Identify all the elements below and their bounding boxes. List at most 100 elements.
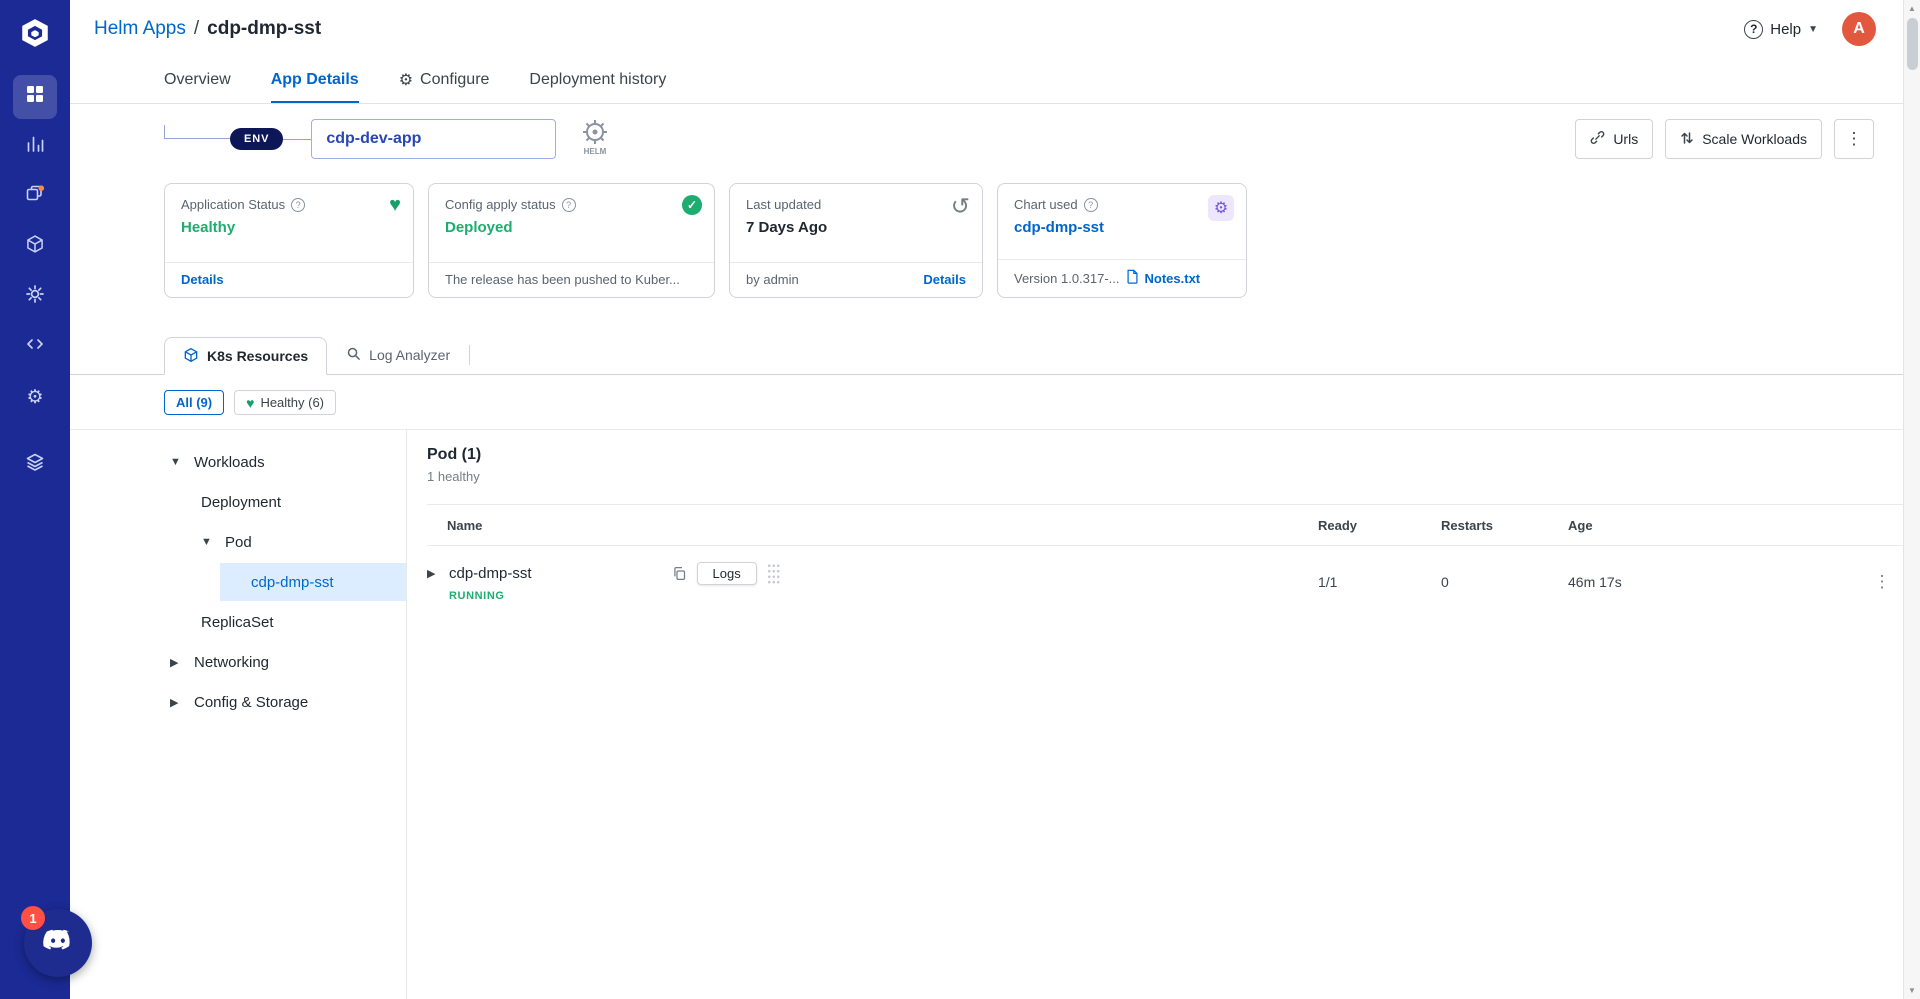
question-icon[interactable]: ? bbox=[561, 197, 576, 212]
env-connector-line bbox=[283, 138, 312, 140]
app-name-box[interactable]: cdp-dev-app bbox=[311, 119, 557, 159]
sidebar-item-applications[interactable] bbox=[13, 75, 57, 119]
tab-log-analyzer[interactable]: Log Analyzer bbox=[327, 336, 469, 374]
card-footer: Details bbox=[165, 262, 413, 297]
breadcrumb: Helm Apps / cdp-dmp-sst bbox=[94, 18, 321, 40]
avatar[interactable]: A bbox=[1842, 12, 1876, 46]
scroll-up-arrow[interactable]: ▲ bbox=[1904, 4, 1920, 13]
sidebar-item-global-config[interactable]: ⚙ bbox=[13, 375, 57, 419]
chevron-right-icon: ▶ bbox=[170, 696, 179, 709]
tree-item-replicaset[interactable]: ReplicaSet bbox=[70, 602, 406, 642]
tree-item-deployment[interactable]: Deployment bbox=[70, 482, 406, 522]
scrollbar-thumb[interactable] bbox=[1907, 18, 1918, 70]
copy-icon[interactable] bbox=[672, 566, 687, 581]
chevron-down-icon: ▼ bbox=[1808, 23, 1818, 35]
sidebar-item-jobs[interactable] bbox=[13, 175, 57, 219]
breadcrumb-current-app: cdp-dmp-sst bbox=[207, 18, 322, 39]
chart-version: Version 1.0.317-... bbox=[1014, 270, 1120, 286]
tree-item-config-storage[interactable]: ▶ Config & Storage bbox=[70, 682, 406, 722]
tab-configure[interactable]: ⚙ Configure bbox=[399, 58, 490, 103]
status-cards: Application Status? Healthy ♥ Details Co… bbox=[70, 183, 1920, 298]
tree-item-pod[interactable]: ▼ Pod bbox=[70, 522, 406, 562]
filter-healthy[interactable]: ♥ Healthy (6) bbox=[234, 390, 337, 415]
application-status-details-link[interactable]: Details bbox=[181, 272, 224, 287]
tab-overview[interactable]: Overview bbox=[164, 58, 231, 103]
grid-icon bbox=[25, 84, 45, 110]
tree-item-networking[interactable]: ▶ Networking bbox=[70, 642, 406, 682]
scroll-down-arrow[interactable]: ▼ bbox=[1904, 986, 1920, 995]
urls-button[interactable]: Urls bbox=[1575, 119, 1654, 159]
health-filters: All (9) ♥ Healthy (6) bbox=[70, 375, 1920, 430]
filter-label: Healthy (6) bbox=[260, 395, 325, 410]
pod-section-subtitle: 1 healthy bbox=[427, 469, 480, 484]
chart-used-card: Chart used? cdp-dmp-sst ⚙ Version 1.0.31… bbox=[997, 183, 1247, 298]
filter-label: All (9) bbox=[176, 395, 213, 410]
sidebar-item-app-groups[interactable] bbox=[13, 125, 57, 169]
more-actions-button[interactable]: ⋮ bbox=[1834, 119, 1874, 159]
column-restarts[interactable]: Restarts bbox=[1441, 518, 1568, 533]
sidebar-item-chart-store[interactable] bbox=[13, 275, 57, 319]
notification-badge: 1 bbox=[21, 906, 45, 930]
tree-item-label: Deployment bbox=[201, 493, 282, 511]
tree-item-cdp-dmp-sst[interactable]: cdp-dmp-sst bbox=[220, 563, 406, 601]
tab-label: Deployment history bbox=[529, 70, 667, 88]
tab-app-details[interactable]: App Details bbox=[270, 58, 359, 103]
health-heart-icon: ♥ bbox=[389, 194, 401, 216]
window-scrollbar[interactable]: ▲ ▼ bbox=[1903, 0, 1920, 999]
pod-restarts-value: 0 bbox=[1441, 574, 1449, 590]
card-title: Last updated bbox=[746, 197, 822, 212]
tree-item-label: Networking bbox=[194, 653, 270, 671]
discord-icon bbox=[41, 928, 75, 959]
help-menu[interactable]: ? Help ▼ bbox=[1744, 19, 1818, 39]
scale-workloads-button[interactable]: Scale Workloads bbox=[1665, 119, 1822, 159]
tab-deployment-history[interactable]: Deployment history bbox=[529, 58, 666, 103]
question-icon[interactable]: ? bbox=[1083, 197, 1098, 212]
notes-txt-link[interactable]: Notes.txt bbox=[1145, 271, 1201, 286]
app-bar: ENV cdp-dev-app HELM Urls Scale Workload… bbox=[70, 116, 1920, 162]
pod-ready-value: 1/1 bbox=[1318, 574, 1338, 590]
scale-workloads-label: Scale Workloads bbox=[1702, 131, 1807, 147]
breadcrumb-separator: / bbox=[193, 18, 200, 39]
pod-name[interactable]: cdp-dmp-sst bbox=[449, 565, 532, 582]
filter-all[interactable]: All (9) bbox=[164, 390, 225, 415]
env-connector-line bbox=[164, 125, 230, 139]
breadcrumb-helm-apps[interactable]: Helm Apps bbox=[94, 18, 186, 40]
row-kebab-menu[interactable]: ⋮ bbox=[1858, 572, 1906, 592]
discord-chat-button[interactable]: 1 bbox=[21, 906, 92, 977]
tab-k8s-resources[interactable]: K8s Resources bbox=[164, 337, 328, 375]
app-details-content: ENV cdp-dev-app HELM Urls Scale Workload… bbox=[70, 104, 1920, 999]
chart-used-link[interactable]: cdp-dmp-sst bbox=[1014, 219, 1230, 236]
history-icon: ↺ bbox=[950, 193, 970, 219]
check-circle-icon: ✓ bbox=[682, 195, 702, 215]
last-updated-details-link[interactable]: Details bbox=[923, 272, 966, 287]
tab-divider bbox=[469, 345, 471, 365]
k8s-cube-icon bbox=[183, 347, 199, 366]
pod-status-badge: RUNNING bbox=[449, 590, 505, 602]
tab-label: Configure bbox=[420, 70, 490, 88]
card-footer: The release has been pushed to Kuber... bbox=[429, 262, 714, 297]
question-icon[interactable]: ? bbox=[291, 197, 306, 212]
sidebar-item-stack-manager[interactable] bbox=[13, 443, 57, 487]
card-top: Chart used? cdp-dmp-sst ⚙ bbox=[998, 184, 1246, 259]
devtron-logo[interactable] bbox=[18, 16, 52, 55]
chart-columns-icon bbox=[25, 134, 45, 160]
pod-age-value: 46m 17s bbox=[1568, 574, 1622, 590]
tree-item-workloads[interactable]: ▼ Workloads bbox=[70, 442, 406, 482]
column-name[interactable]: Name bbox=[427, 518, 1318, 533]
cube-icon bbox=[25, 234, 45, 260]
sidebar-item-code[interactable] bbox=[13, 325, 57, 369]
row-expand-icon[interactable]: ▶ bbox=[427, 567, 439, 580]
scale-arrows-icon bbox=[1680, 131, 1694, 148]
chevron-down-icon: ▼ bbox=[170, 456, 181, 468]
column-ready[interactable]: Ready bbox=[1318, 518, 1441, 533]
card-top: Config apply status? Deployed ✓ bbox=[429, 184, 714, 262]
layers-icon bbox=[25, 452, 45, 478]
column-age[interactable]: Age bbox=[1568, 518, 1858, 533]
chevron-down-icon: ▼ bbox=[201, 536, 212, 548]
health-heart-icon: ♥ bbox=[246, 394, 255, 411]
config-apply-message: The release has been pushed to Kuber... bbox=[445, 272, 680, 287]
sidebar-item-resource-browser[interactable] bbox=[13, 225, 57, 269]
card-title: Chart used? bbox=[1014, 197, 1230, 212]
help-circle-icon: ? bbox=[1744, 19, 1764, 39]
logs-button[interactable]: Logs bbox=[696, 562, 757, 585]
